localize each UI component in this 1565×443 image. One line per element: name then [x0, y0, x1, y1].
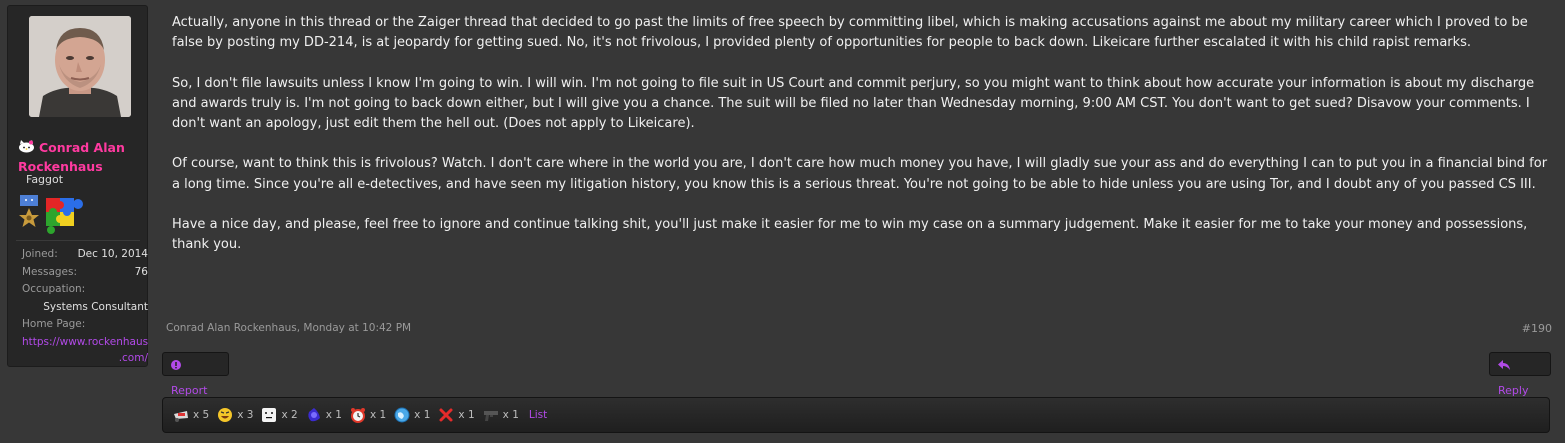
report-icon — [171, 355, 181, 379]
report-button[interactable]: Report — [162, 352, 229, 397]
neutral-face-icon — [261, 407, 277, 423]
autism-rating-icon — [173, 407, 189, 423]
message-body: Actually, anyone in this thread or the Z… — [172, 13, 1552, 276]
message-paragraph: Actually, anyone in this thread or the Z… — [172, 15, 1528, 51]
reply-icon — [1498, 355, 1510, 379]
report-label: Report — [171, 384, 208, 397]
post-author-date[interactable]: Conrad Alan Rockenhaus, Monday at 10:42 … — [166, 322, 411, 334]
forum-post: Conrad Alan Rockenhaus Faggot Joined: De… — [0, 0, 1565, 443]
post-permalink[interactable]: #190 — [1522, 322, 1552, 335]
gun-icon — [483, 407, 499, 423]
rating-count: x 1 — [325, 409, 342, 421]
globe-icon — [394, 407, 410, 423]
alarm-clock-icon — [350, 407, 366, 423]
rating-count: x 3 — [237, 409, 254, 421]
reply-button[interactable]: Reply — [1489, 352, 1551, 397]
rating-gun[interactable]: x 1 — [483, 407, 519, 423]
rating-count: x 5 — [193, 409, 210, 421]
rating-red-x[interactable]: x 1 — [438, 407, 475, 423]
rating-count: x 1 — [502, 409, 519, 421]
rating-laughing[interactable]: x 3 — [217, 407, 253, 423]
red-x-icon — [438, 407, 454, 423]
panel-arrow — [7, 5, 146, 365]
rating-alarm-clock[interactable]: x 1 — [350, 407, 386, 423]
purple-blob-icon — [306, 407, 322, 423]
rating-count: x 2 — [281, 409, 298, 421]
reply-label: Reply — [1498, 384, 1529, 397]
rating-count: x 1 — [458, 409, 475, 421]
rating-autism[interactable]: x 5 — [173, 407, 209, 423]
laughing-face-icon — [217, 407, 233, 423]
ratings-bar: x 5 x 3 x 2 x 1 x 1 x 1 x 1 x 1 List — [162, 397, 1550, 433]
message-paragraph: Of course, want to think this is frivolo… — [172, 156, 1548, 192]
rating-count: x 1 — [369, 409, 387, 421]
rating-globe[interactable]: x 1 — [394, 407, 430, 423]
message-paragraph: So, I don't file lawsuits unless I know … — [172, 75, 1535, 132]
message-paragraph: Have a nice day, and please, feel free t… — [172, 217, 1528, 253]
ratings-list-link[interactable]: List — [529, 409, 547, 421]
rating-purple-blob[interactable]: x 1 — [306, 407, 342, 423]
rating-neutral[interactable]: x 2 — [261, 407, 298, 423]
rating-count: x 1 — [414, 409, 431, 421]
